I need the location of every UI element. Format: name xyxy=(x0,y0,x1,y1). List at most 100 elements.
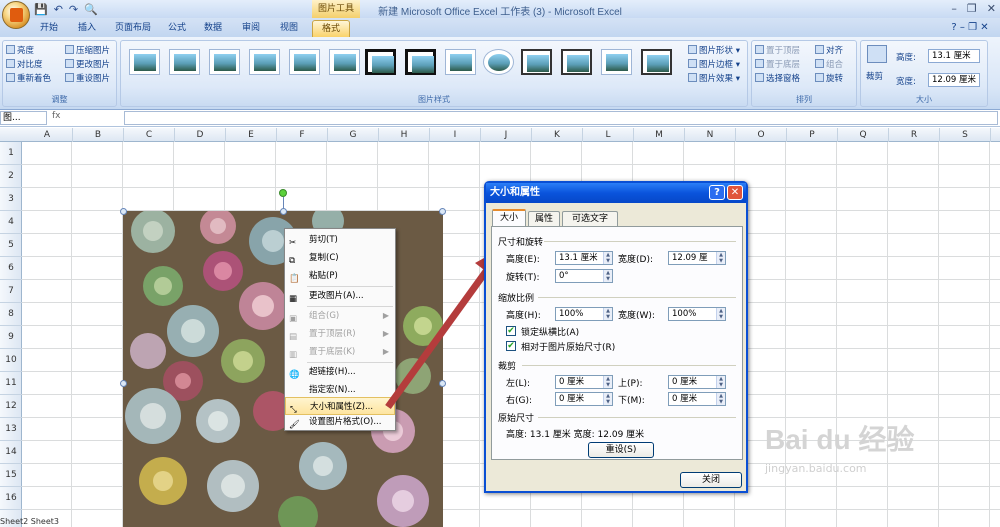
picture-style-thumb[interactable] xyxy=(445,49,476,75)
picture-style-thumb[interactable] xyxy=(329,49,360,75)
resize-handle[interactable] xyxy=(120,208,127,215)
tab-formulas[interactable]: 公式 xyxy=(162,20,192,37)
dialog-help-button[interactable]: ? xyxy=(709,185,725,200)
align-button[interactable]: 对齐 xyxy=(815,44,843,56)
menu-item-copy[interactable]: ⧉ 复制(C) xyxy=(285,249,395,267)
tab-properties[interactable]: 属性 xyxy=(528,211,560,227)
column-header[interactable]: L xyxy=(583,128,634,142)
picture-style-thumb[interactable] xyxy=(405,49,436,75)
tab-size[interactable]: 大小 xyxy=(492,209,526,227)
scale-height-input[interactable]: 100% ▲ ▼ xyxy=(555,307,613,321)
dialog-close-icon[interactable]: ✕ xyxy=(727,185,743,200)
menu-item-paste[interactable]: 📋 粘贴(P) xyxy=(285,267,395,285)
menu-item-cut[interactable]: ✂ 剪切(T) xyxy=(285,231,395,249)
column-header[interactable]: R xyxy=(889,128,940,142)
rotation-input[interactable]: 0° ▲ ▼ xyxy=(555,269,613,283)
tab-format[interactable]: 格式 xyxy=(312,20,350,37)
sheet-tabs[interactable]: Sheet2 Sheet3 xyxy=(0,517,200,527)
relative-original-checkbox[interactable]: ✔ xyxy=(506,341,516,351)
restore-icon[interactable]: ❐ xyxy=(967,2,977,15)
column-header[interactable]: I xyxy=(430,128,481,142)
ribbon-width-input[interactable]: 12.09 厘米 xyxy=(928,73,980,87)
scale-width-input[interactable]: 100% ▲ ▼ xyxy=(668,307,726,321)
picture-style-thumb[interactable] xyxy=(521,49,552,75)
column-header[interactable]: N xyxy=(685,128,736,142)
height-input[interactable]: 13.1 厘米 ▲ ▼ xyxy=(555,251,613,265)
row-header[interactable]: 15 xyxy=(0,464,22,487)
tab-review[interactable]: 审阅 xyxy=(236,20,266,37)
selection-pane-button[interactable]: 选择窗格 xyxy=(755,72,800,84)
lock-aspect-checkbox[interactable]: ✔ xyxy=(506,326,516,336)
crop-left-input[interactable]: 0 厘米 ▲ ▼ xyxy=(555,375,613,389)
change-picture-button[interactable]: 更改图片 xyxy=(65,58,110,70)
column-header[interactable]: C xyxy=(124,128,175,142)
column-header[interactable]: Q xyxy=(838,128,889,142)
column-header[interactable]: S xyxy=(940,128,991,142)
close-window-icon[interactable]: ✕ xyxy=(987,2,996,15)
tab-insert[interactable]: 插入 xyxy=(70,20,104,37)
picture-effects-button[interactable]: 图片效果 ▾ xyxy=(688,72,740,84)
ribbon-height-input[interactable]: 13.1 厘米 xyxy=(928,49,980,63)
tab-view[interactable]: 视图 xyxy=(274,20,304,37)
rotate-handle[interactable] xyxy=(279,189,287,197)
column-header[interactable]: J xyxy=(481,128,532,142)
send-to-back-button[interactable]: 置于底层 xyxy=(755,58,800,70)
tab-alt-text[interactable]: 可选文字 xyxy=(562,211,618,227)
reset-button[interactable]: 重设(S) xyxy=(588,442,654,458)
group-button[interactable]: 组合 xyxy=(815,58,843,70)
row-header[interactable]: 3 xyxy=(0,188,22,211)
resize-handle[interactable] xyxy=(280,208,287,215)
tab-home[interactable]: 开始 xyxy=(32,20,66,37)
menu-item-send-to-back[interactable]: ▥ 置于底层(K) ▶ xyxy=(285,343,395,361)
column-header[interactable]: H xyxy=(379,128,430,142)
row-header[interactable]: 1 xyxy=(0,142,22,165)
row-header[interactable]: 14 xyxy=(0,441,22,464)
menu-item-change-picture[interactable]: ▦ 更改图片(A)... xyxy=(285,287,395,305)
menu-item-format-picture[interactable]: 🖌 设置图片格式(O)... xyxy=(285,413,395,431)
column-header[interactable]: M xyxy=(634,128,685,142)
fx-icon[interactable]: fx xyxy=(52,111,122,125)
column-header[interactable]: B xyxy=(73,128,124,142)
picture-style-thumb[interactable] xyxy=(365,49,396,75)
row-header[interactable]: 6 xyxy=(0,257,22,280)
row-header[interactable]: 2 xyxy=(0,165,22,188)
name-box[interactable]: 图... xyxy=(0,111,47,125)
column-header[interactable]: K xyxy=(532,128,583,142)
column-header[interactable]: A xyxy=(22,128,73,142)
column-header[interactable]: D xyxy=(175,128,226,142)
picture-style-thumb[interactable] xyxy=(561,49,592,75)
contrast-button[interactable]: 对比度 xyxy=(6,58,43,70)
column-header[interactable]: F xyxy=(277,128,328,142)
menu-item-hyperlink[interactable]: 🌐 超链接(H)... xyxy=(285,363,395,381)
picture-style-thumb[interactable] xyxy=(169,49,200,75)
row-header[interactable]: 13 xyxy=(0,418,22,441)
crop-button[interactable]: 裁剪 xyxy=(866,70,883,82)
close-button[interactable]: 关闭 xyxy=(680,472,742,488)
office-button[interactable] xyxy=(2,1,30,29)
row-header[interactable]: 16 xyxy=(0,487,22,510)
width-input[interactable]: 12.09 厘 ▲ ▼ xyxy=(668,251,726,265)
picture-shape-button[interactable]: 图片形状 ▾ xyxy=(688,44,740,56)
row-header[interactable]: 7 xyxy=(0,280,22,303)
column-header[interactable]: O xyxy=(736,128,787,142)
menu-item-bring-to-front[interactable]: ▤ 置于顶层(R) ▶ xyxy=(285,325,395,343)
recolor-button[interactable]: 重新着色 xyxy=(6,72,51,84)
column-header[interactable]: P xyxy=(787,128,838,142)
tab-page-layout[interactable]: 页面布局 xyxy=(108,20,158,37)
picture-style-thumb[interactable] xyxy=(209,49,240,75)
crop-right-input[interactable]: 0 厘米 ▲ ▼ xyxy=(555,392,613,406)
column-header[interactable]: E xyxy=(226,128,277,142)
help-icon[interactable]: ? – ❐ ✕ xyxy=(945,20,995,37)
picture-style-thumb[interactable] xyxy=(129,49,160,75)
reset-picture-button[interactable]: 重设图片 xyxy=(65,72,110,84)
picture-border-button[interactable]: 图片边框 ▾ xyxy=(688,58,740,70)
formula-input[interactable] xyxy=(124,111,998,125)
row-header[interactable]: 10 xyxy=(0,349,22,372)
picture-style-thumb[interactable] xyxy=(483,49,514,75)
row-header[interactable]: 8 xyxy=(0,303,22,326)
resize-handle[interactable] xyxy=(439,208,446,215)
rotate-button[interactable]: 旋转 xyxy=(815,72,843,84)
row-header[interactable]: 12 xyxy=(0,395,22,418)
resize-handle[interactable] xyxy=(120,380,127,387)
row-header[interactable]: 4 xyxy=(0,211,22,234)
